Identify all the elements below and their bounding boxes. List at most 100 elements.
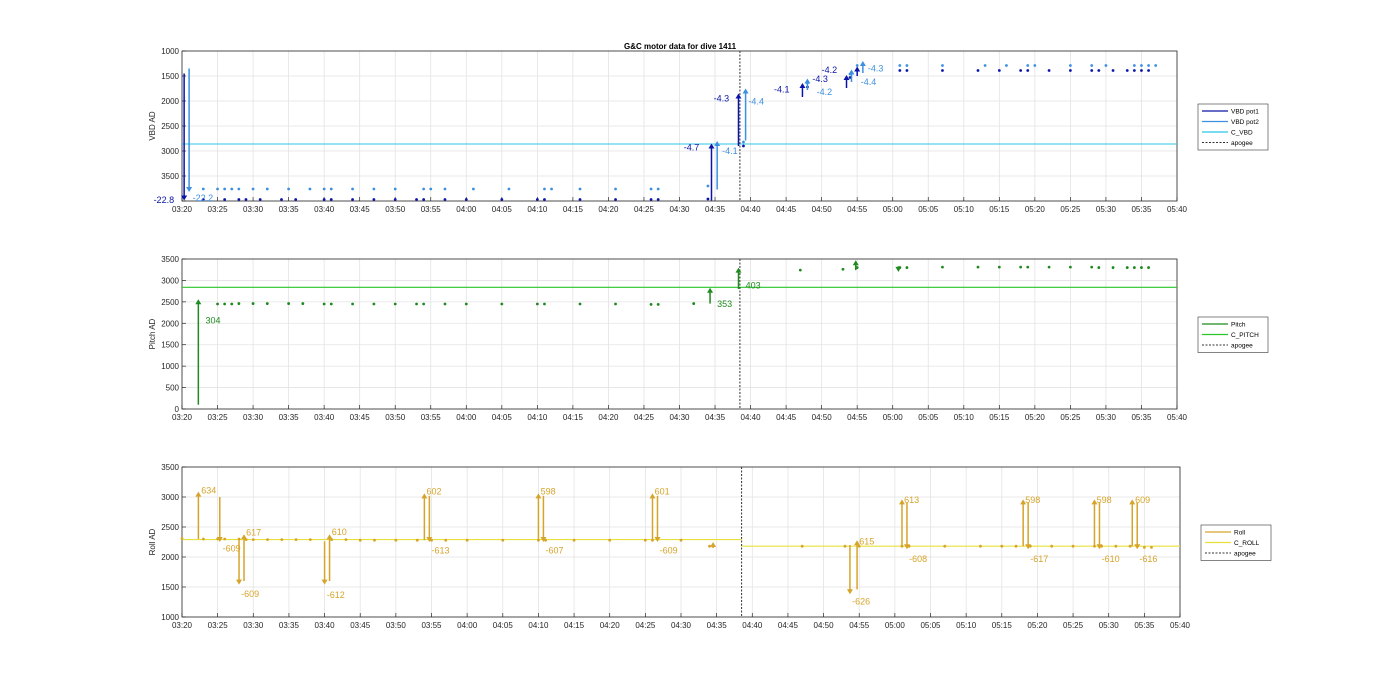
x-tick-label: 05:00 bbox=[883, 413, 904, 422]
legend-entry: VBD pot1 bbox=[1231, 109, 1259, 116]
data-point bbox=[1150, 546, 1153, 549]
arrow-head bbox=[895, 266, 902, 272]
x-tick-label: 05:15 bbox=[989, 205, 1010, 214]
data-label: -22.8 bbox=[154, 195, 175, 205]
data-point bbox=[507, 187, 511, 191]
arrow-head bbox=[846, 589, 853, 595]
data-label: -4.2 bbox=[817, 87, 833, 97]
arrow-head bbox=[742, 88, 749, 94]
arrow-head bbox=[859, 61, 866, 66]
data-point bbox=[322, 198, 326, 201]
data-point bbox=[1090, 265, 1094, 269]
x-tick-label: 04:25 bbox=[635, 621, 656, 630]
y-tick-label: 3000 bbox=[161, 147, 179, 156]
y-tick-label: 3500 bbox=[161, 172, 179, 181]
data-label: -607 bbox=[546, 545, 564, 555]
data-label: 617 bbox=[246, 527, 261, 537]
x-tick-label: 05:40 bbox=[1170, 621, 1191, 630]
y-tick-label: 1000 bbox=[161, 613, 179, 622]
data-label: -4.7 bbox=[684, 143, 700, 153]
data-point bbox=[287, 187, 291, 191]
x-tick-label: 05:05 bbox=[920, 621, 941, 630]
data-label: -609 bbox=[241, 589, 259, 599]
data-point bbox=[223, 537, 227, 541]
data-point bbox=[500, 302, 504, 306]
x-tick-label: 04:00 bbox=[457, 621, 478, 630]
x-tick-label: 03:35 bbox=[279, 205, 300, 214]
x-tick-label: 04:10 bbox=[528, 621, 549, 630]
arrow-head bbox=[321, 579, 328, 585]
data-label: 634 bbox=[201, 485, 216, 495]
data-point bbox=[1019, 69, 1023, 72]
data-label: 353 bbox=[717, 299, 732, 309]
data-point bbox=[429, 187, 433, 191]
data-label: -4.1 bbox=[774, 85, 790, 95]
data-point bbox=[265, 187, 269, 191]
data-point bbox=[415, 198, 418, 201]
data-point bbox=[941, 64, 944, 67]
y-tick-label: 3000 bbox=[161, 493, 179, 502]
data-label: 610 bbox=[332, 527, 347, 537]
x-tick-label: 03:45 bbox=[350, 205, 371, 214]
x-tick-label: 04:35 bbox=[705, 205, 726, 214]
data-point bbox=[500, 198, 504, 201]
data-point bbox=[898, 64, 902, 67]
data-point bbox=[649, 303, 653, 306]
data-point bbox=[501, 538, 505, 542]
y-axis-label: Pitch AD bbox=[148, 318, 157, 349]
data-point bbox=[1097, 69, 1101, 72]
legend-entry: apogee bbox=[1231, 140, 1253, 147]
data-point bbox=[216, 302, 219, 306]
x-tick-label: 03:40 bbox=[314, 205, 335, 214]
data-point bbox=[180, 537, 184, 540]
x-tick-label: 05:20 bbox=[1025, 413, 1046, 422]
x-tick-label: 05:35 bbox=[1134, 621, 1155, 630]
y-tick-label: 1500 bbox=[161, 72, 179, 81]
data-point bbox=[351, 187, 354, 191]
x-tick-label: 03:35 bbox=[279, 413, 300, 422]
data-point bbox=[800, 544, 804, 548]
data-point bbox=[471, 187, 475, 191]
arrow-head bbox=[710, 542, 717, 547]
x-tick-label: 04:55 bbox=[847, 413, 868, 422]
data-label: -609 bbox=[223, 544, 241, 554]
legend-entry: apogee bbox=[1231, 343, 1253, 350]
data-point bbox=[1050, 544, 1054, 548]
data-point bbox=[692, 302, 696, 305]
x-tick-label: 04:15 bbox=[564, 621, 585, 630]
plot-3: 03:20 03:25 03:30 03:35 03:40 03:45 03:50 03:55… bbox=[148, 463, 1272, 630]
data-point bbox=[1154, 64, 1158, 67]
data-point bbox=[308, 538, 312, 541]
data-point bbox=[649, 198, 653, 201]
data-point bbox=[1125, 266, 1129, 269]
arrow-head bbox=[804, 78, 811, 84]
data-label: 304 bbox=[205, 315, 220, 325]
data-point bbox=[1047, 265, 1051, 269]
motor-figure: G&C motor data for dive 1411 03:20 03:25 0… bbox=[148, 42, 1272, 630]
data-point bbox=[1147, 266, 1150, 269]
data-point bbox=[943, 544, 947, 548]
data-label: -617 bbox=[1030, 554, 1048, 564]
data-point bbox=[1026, 69, 1030, 72]
data-point bbox=[223, 187, 227, 191]
data-point bbox=[706, 184, 710, 188]
data-point bbox=[237, 198, 241, 201]
data-point bbox=[1111, 266, 1115, 269]
data-label: -612 bbox=[327, 590, 345, 600]
y-tick-label: 1000 bbox=[161, 47, 179, 56]
data-point bbox=[415, 538, 419, 542]
x-tick-label: 03:25 bbox=[208, 621, 229, 630]
x-tick-label: 05:25 bbox=[1060, 205, 1081, 214]
data-point bbox=[464, 302, 468, 306]
x-tick-label: 04:35 bbox=[705, 413, 726, 422]
data-point bbox=[329, 187, 333, 191]
x-tick-label: 04:20 bbox=[600, 621, 621, 630]
y-tick-label: 3500 bbox=[161, 463, 179, 472]
data-point bbox=[578, 198, 582, 201]
x-tick-label: 03:30 bbox=[243, 413, 264, 422]
data-label: 613 bbox=[904, 495, 919, 505]
x-tick-label: 03:50 bbox=[385, 413, 406, 422]
data-label: 601 bbox=[655, 487, 670, 497]
data-point bbox=[294, 538, 298, 541]
x-tick-label: 03:25 bbox=[208, 413, 229, 422]
